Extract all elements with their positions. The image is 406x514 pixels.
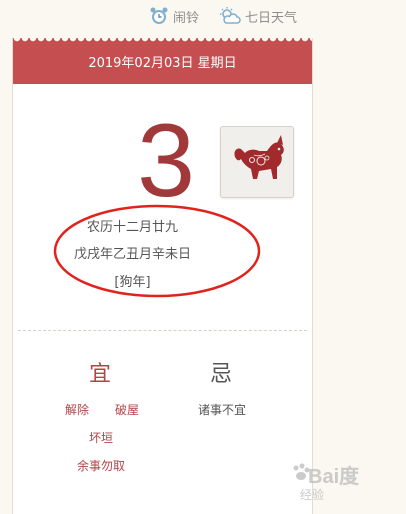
zodiac-year: [狗年] <box>114 275 151 290</box>
scalloped-edge <box>13 38 312 44</box>
calendar-card: 2019年02月03日 星期日 3 农历十二月廿九 戊戌年乙丑月辛未日 [狗年]… <box>12 38 313 514</box>
alarm-clock-icon <box>149 6 169 26</box>
yi-item: 解除 <box>65 403 90 417</box>
yi-item: 余事勿取 <box>77 459 126 473</box>
watermark-brand: Bai度 <box>308 466 360 488</box>
yi-title: 宜 <box>89 362 112 387</box>
yi-item: 破屋 <box>115 403 140 417</box>
ji-title: 忌 <box>210 362 233 387</box>
yi-item: 坏垣 <box>89 431 114 445</box>
sun-cloud-icon <box>219 6 241 26</box>
weather-label: 七日天气 <box>245 10 298 26</box>
date-header: 2019年02月03日 星期日 <box>13 38 312 84</box>
dog-papercut-icon <box>220 126 294 198</box>
top-toolbar: 闹铃 七日天气 <box>0 0 406 34</box>
weather-button[interactable]: 七日天气 <box>219 5 297 27</box>
lunar-date: 农历十二月廿九 <box>86 220 178 235</box>
alarm-button[interactable]: 闹铃 <box>149 5 199 27</box>
alarm-label: 闹铃 <box>173 10 200 26</box>
date-header-text: 2019年02月03日 星期日 <box>88 55 237 71</box>
ganzhi-date: 戊戌年乙丑月辛未日 <box>73 247 191 262</box>
day-number: 3 <box>137 103 195 219</box>
dashed-divider <box>18 330 307 331</box>
ji-item: 诸事不宜 <box>198 403 247 417</box>
